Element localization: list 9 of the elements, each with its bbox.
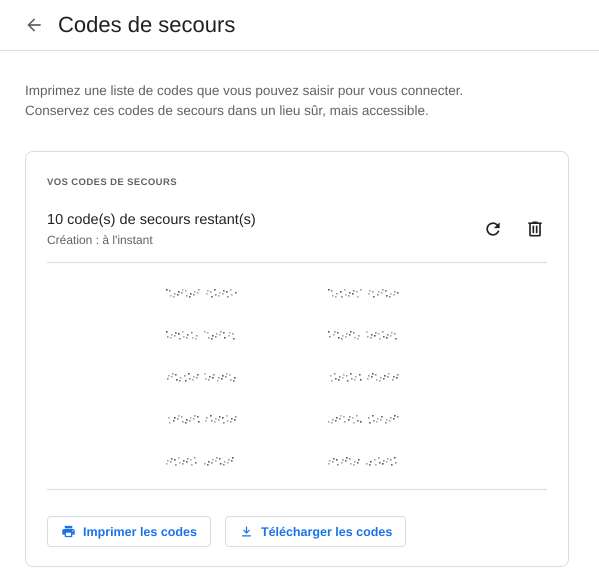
remaining-codes-text: 10 code(s) de secours restant(s): [47, 212, 256, 228]
description-text: Conservez ces codes de secours dans un lieu sûr, mais accessible.: [25, 102, 430, 120]
created-text: Création : à l'instant: [47, 233, 154, 247]
description-text: Imprimez une liste de codes que vous pouvez saisir pour vous connecter.: [25, 82, 464, 100]
printer-icon: [61, 524, 76, 539]
page-title: Codes de secours: [58, 12, 236, 38]
section-label: VOS CODES DE SECOURS: [47, 177, 177, 188]
download-button[interactable]: Télécharger les codes: [224, 516, 406, 547]
print-button[interactable]: Imprimer les codes: [47, 516, 211, 547]
